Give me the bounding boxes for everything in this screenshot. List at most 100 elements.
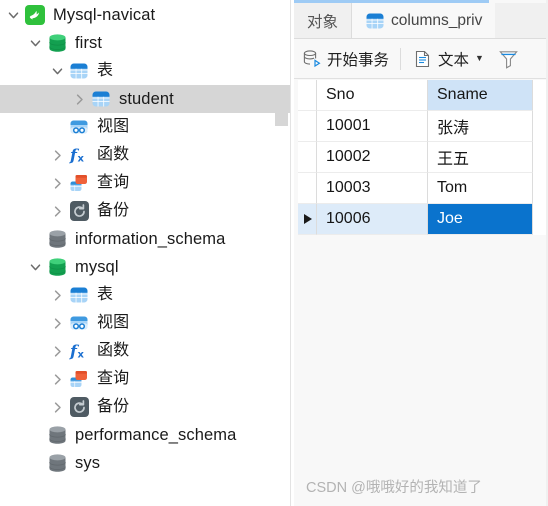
tree-node-label: Mysql-navicat: [53, 5, 156, 24]
chevron-down-icon[interactable]: [24, 29, 46, 57]
chevron-down-icon[interactable]: [46, 57, 68, 85]
begin-transaction-button[interactable]: 开始事务: [294, 43, 396, 75]
query-icon: [68, 368, 90, 390]
tree-node-label: 备份: [97, 202, 130, 219]
chevron-right-icon[interactable]: [46, 281, 68, 309]
tree-node-label: 备份: [97, 398, 130, 415]
watermark-text: CSDN @哦哦好的我知道了: [306, 480, 482, 496]
grid-corner-cell: [298, 80, 317, 111]
tree-node-label: 函数: [97, 146, 130, 163]
tree-node-label: 查询: [97, 174, 130, 191]
svg-text:x: x: [78, 350, 85, 361]
cell-sno[interactable]: 10001: [317, 111, 428, 142]
database-open-icon: [46, 32, 68, 54]
cell-sname[interactable]: 张涛: [428, 111, 533, 142]
filter-button[interactable]: [491, 43, 531, 75]
view-icon: [68, 312, 90, 334]
database-closed-icon: [46, 452, 68, 474]
tree-node-label: 视图: [97, 118, 130, 135]
chevron-down-icon[interactable]: ▼: [475, 54, 484, 63]
tree-node--[interactable]: 视图: [0, 113, 290, 141]
table-row[interactable]: 10003 Tom: [298, 173, 548, 204]
tree-node-label: information_schema: [75, 229, 226, 248]
text-view-label: 文本: [438, 51, 470, 69]
database-tree[interactable]: Mysql-navicat first 表 student 视图 f x 函数 查询 备份 info…: [0, 0, 290, 477]
cell-sno[interactable]: 10003: [317, 173, 428, 204]
twisty-placeholder: [24, 449, 46, 477]
grid-header-row: Sno Sname: [298, 80, 548, 111]
tree-scrollbar-thumb[interactable]: [275, 92, 288, 126]
tree-node--[interactable]: f x 函数: [0, 337, 290, 365]
tree-node-mysql[interactable]: mysql: [0, 253, 290, 281]
table-row[interactable]: 10006 Joe: [298, 204, 548, 235]
table-icon: [90, 88, 112, 110]
filter-funnel-icon: [498, 48, 519, 69]
tree-node-student[interactable]: student: [0, 85, 290, 113]
database-open-icon: [46, 256, 68, 278]
chevron-right-icon[interactable]: [68, 85, 90, 113]
tree-node-label: mysql: [75, 257, 119, 276]
row-indicator[interactable]: [298, 111, 317, 142]
tree-node--[interactable]: 查询: [0, 169, 290, 197]
row-indicator[interactable]: [298, 173, 317, 204]
chevron-right-icon[interactable]: [46, 169, 68, 197]
tree-node-label: 函数: [97, 342, 130, 359]
tree-node-label: performance_schema: [75, 425, 237, 444]
current-row-arrow-icon: [304, 214, 312, 224]
tree-node--[interactable]: 查询: [0, 365, 290, 393]
tree-node-performance_schema[interactable]: performance_schema: [0, 421, 290, 449]
chevron-right-icon[interactable]: [46, 337, 68, 365]
tree-node--[interactable]: 表: [0, 281, 290, 309]
chevron-right-icon[interactable]: [46, 141, 68, 169]
tree-node-mysql-navicat[interactable]: Mysql-navicat: [0, 1, 290, 29]
chevron-right-icon[interactable]: [46, 393, 68, 421]
database-run-icon: [301, 48, 322, 69]
tree-node--[interactable]: 表: [0, 57, 290, 85]
chevron-right-icon[interactable]: [46, 197, 68, 225]
tree-node--[interactable]: 视图: [0, 309, 290, 337]
toolbar-separator: [400, 47, 402, 70]
chevron-down-icon[interactable]: [24, 253, 46, 281]
column-header-sno[interactable]: Sno: [317, 80, 428, 111]
chevron-right-icon[interactable]: [46, 309, 68, 337]
tree-node-information_schema[interactable]: information_schema: [0, 225, 290, 253]
tree-node-label: first: [75, 33, 103, 52]
chevron-down-icon[interactable]: [2, 1, 24, 29]
cell-sname[interactable]: Joe: [428, 204, 533, 235]
cell-sname[interactable]: 王五: [428, 142, 533, 173]
backup-icon: [68, 396, 90, 418]
document-text-icon: [412, 48, 433, 69]
query-icon: [68, 172, 90, 194]
tree-node--[interactable]: 备份: [0, 197, 290, 225]
tree-node-first[interactable]: first: [0, 29, 290, 57]
row-indicator[interactable]: [298, 142, 317, 173]
chevron-right-icon[interactable]: [46, 365, 68, 393]
column-header-sname[interactable]: Sname: [428, 80, 533, 111]
tab-columns_priv[interactable]: columns_priv: [352, 3, 496, 38]
grid-toolbar[interactable]: 开始事务 文本 ▼: [294, 39, 548, 79]
table-icon: [68, 284, 90, 306]
view-icon: [68, 116, 90, 138]
tab-label: columns_priv: [391, 11, 483, 29]
tree-node-label: 表: [97, 286, 114, 303]
backup-icon: [68, 200, 90, 222]
text-view-button[interactable]: 文本 ▼: [405, 43, 491, 75]
twisty-placeholder: [46, 113, 68, 141]
table-row[interactable]: 10001 张涛: [298, 111, 548, 142]
tab--[interactable]: 对象: [294, 3, 353, 38]
row-indicator[interactable]: [298, 204, 317, 235]
tree-node--[interactable]: 备份: [0, 393, 290, 421]
function-icon: fx: [68, 144, 90, 166]
table-row[interactable]: 10002 王五: [298, 142, 548, 173]
cell-sname[interactable]: Tom: [428, 173, 533, 204]
cell-sno[interactable]: 10002: [317, 142, 428, 173]
cell-sno[interactable]: 10006: [317, 204, 428, 235]
tree-vertical-scrollbar[interactable]: [275, 0, 288, 506]
twisty-placeholder: [24, 225, 46, 253]
tab-bar[interactable]: 对象 columns_priv: [294, 3, 548, 39]
svg-text:x: x: [78, 154, 85, 165]
tree-node--[interactable]: f x 函数: [0, 141, 290, 169]
database-navigation-panel: Mysql-navicat first 表 student 视图 f x 函数 查询 备份 info…: [0, 0, 290, 506]
data-grid[interactable]: Sno Sname 10001 张涛 10002 王五 10003 Tom 10006 Joe: [298, 80, 548, 235]
tree-node-sys[interactable]: sys: [0, 449, 290, 477]
